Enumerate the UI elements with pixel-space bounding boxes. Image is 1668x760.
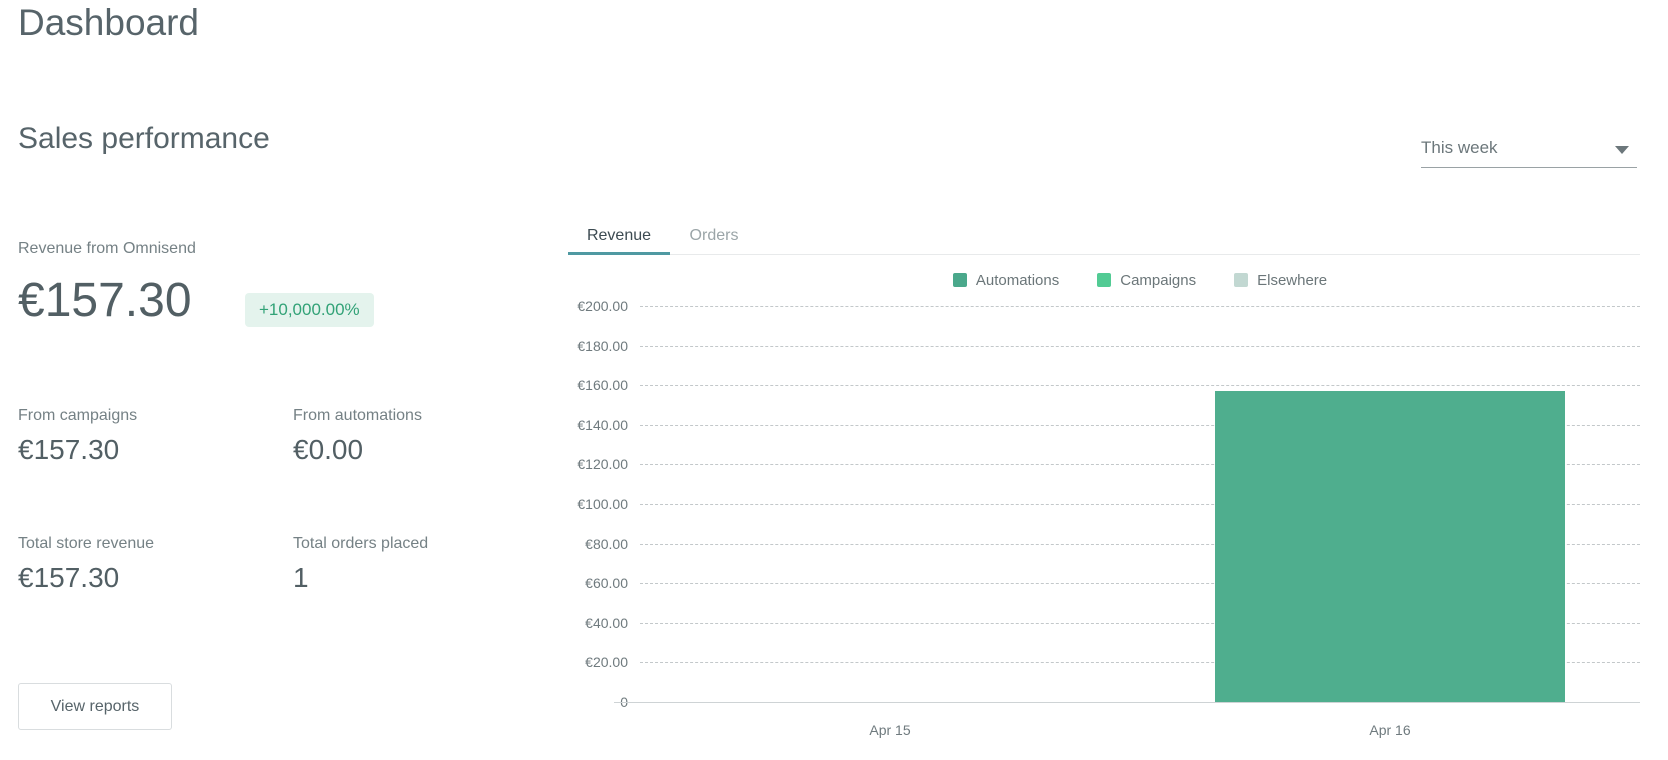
- tab-revenue[interactable]: Revenue: [568, 224, 670, 255]
- x-axis-tick-label: Apr 16: [1140, 722, 1640, 738]
- legend-label: Campaigns: [1120, 272, 1196, 289]
- y-axis-tick-label: €120.00: [540, 455, 628, 473]
- revenue-from-omnisend-value: €157.30: [18, 276, 192, 326]
- y-axis-tick-label: €200.00: [540, 297, 628, 315]
- legend-swatch-icon: [953, 273, 967, 287]
- sales-performance-title: Sales performance: [18, 122, 270, 156]
- total-orders-placed-label: Total orders placed: [293, 535, 428, 553]
- revenue-change-badge: +10,000.00%: [245, 293, 374, 327]
- y-axis-tick-label: €40.00: [540, 614, 628, 632]
- from-automations-label: From automations: [293, 407, 422, 425]
- legend-swatch-icon: [1234, 273, 1248, 287]
- legend-item-automations[interactable]: Automations: [953, 272, 1059, 289]
- y-axis-tick-label: €20.00: [540, 653, 628, 671]
- chevron-down-icon: [1615, 146, 1629, 154]
- y-axis-tick-label: €160.00: [540, 376, 628, 394]
- y-axis-tick-label: €60.00: [540, 574, 628, 592]
- page-title: Dashboard: [18, 2, 199, 44]
- legend-label: Automations: [976, 272, 1059, 289]
- y-axis-tick-label: €80.00: [540, 535, 628, 553]
- x-axis-tick-label: Apr 15: [640, 722, 1140, 738]
- gridline: [640, 306, 1640, 307]
- chart-tab-bar: Revenue Orders: [568, 224, 1640, 255]
- from-campaigns-value: €157.30: [18, 434, 119, 466]
- gridline: [640, 385, 1640, 386]
- legend-item-campaigns[interactable]: Campaigns: [1097, 272, 1196, 289]
- chart-legend: Automations Campaigns Elsewhere: [640, 271, 1640, 289]
- period-dropdown-value: This week: [1421, 138, 1498, 158]
- x-axis-line: [614, 702, 1640, 703]
- total-orders-placed-value: 1: [293, 562, 309, 594]
- y-axis-tick-label: €180.00: [540, 337, 628, 355]
- total-store-revenue-value: €157.30: [18, 562, 119, 594]
- legend-label: Elsewhere: [1257, 272, 1327, 289]
- gridline: [640, 346, 1640, 347]
- period-dropdown[interactable]: This week: [1421, 134, 1637, 168]
- y-axis-tick-label: €100.00: [540, 495, 628, 513]
- bar-campaigns-apr-16[interactable]: [1215, 391, 1565, 702]
- from-campaigns-label: From campaigns: [18, 407, 137, 425]
- legend-swatch-icon: [1097, 273, 1111, 287]
- revenue-from-omnisend-label: Revenue from Omnisend: [18, 240, 196, 258]
- tab-orders[interactable]: Orders: [670, 224, 758, 255]
- from-automations-value: €0.00: [293, 434, 363, 466]
- total-store-revenue-label: Total store revenue: [18, 535, 154, 553]
- view-reports-button[interactable]: View reports: [18, 683, 172, 730]
- legend-item-elsewhere[interactable]: Elsewhere: [1234, 272, 1327, 289]
- y-axis-tick-label: €140.00: [540, 416, 628, 434]
- revenue-bar-chart: €200.00 €180.00 €160.00 €140.00 €120.00 €100.…: [540, 298, 1650, 753]
